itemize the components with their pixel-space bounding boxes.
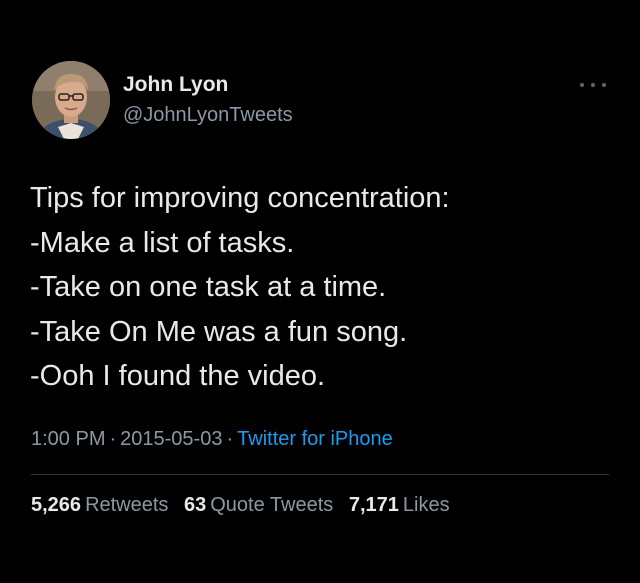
tweet-card: John Lyon @JohnLyonTweets Tips for impro… xyxy=(0,0,640,583)
tweet-line: -Take On Me was a fun song. xyxy=(30,315,408,348)
display-name[interactable]: John Lyon xyxy=(123,73,228,97)
dot xyxy=(591,83,595,87)
retweets-stat[interactable]: 5,266 Retweets xyxy=(31,494,168,516)
engagement-stats: 5,266 Retweets 63 Quote Tweets 7,171 Likes xyxy=(31,494,460,517)
tweet-date[interactable]: 2015-05-03 xyxy=(120,428,222,450)
tweet-text: Tips for improving concentration: -Make … xyxy=(30,176,620,399)
meta-separator: · xyxy=(109,428,117,450)
profile-photo-icon xyxy=(32,61,110,139)
dot xyxy=(602,83,606,87)
tweet-time[interactable]: 1:00 PM xyxy=(31,428,105,450)
divider xyxy=(31,474,609,475)
tweet-line: Tips for improving concentration: xyxy=(30,182,450,214)
avatar[interactable] xyxy=(32,61,110,139)
retweets-label: Retweets xyxy=(85,494,169,516)
meta-separator: · xyxy=(226,428,234,450)
likes-count: 7,171 xyxy=(348,494,399,516)
more-options-icon[interactable] xyxy=(580,78,606,92)
likes-stat[interactable]: 7,171 Likes xyxy=(349,494,450,516)
tweet-line: -Ooh I found the video. xyxy=(30,360,326,392)
tweet-line: -Make a list of tasks. xyxy=(30,226,295,259)
tweet-source-link[interactable]: Twitter for iPhone xyxy=(237,428,393,450)
likes-label: Likes xyxy=(402,494,450,516)
tweet-line: -Take on one task at a time. xyxy=(30,271,387,303)
quote-tweets-count: 63 xyxy=(184,494,207,516)
user-handle[interactable]: @JohnLyonTweets xyxy=(123,104,293,127)
dot xyxy=(580,83,584,87)
quote-tweets-label: Quote Tweets xyxy=(210,494,334,516)
quote-tweets-stat[interactable]: 63 Quote Tweets xyxy=(184,494,333,516)
retweets-count: 5,266 xyxy=(31,494,82,516)
tweet-metadata: 1:00 PM · 2015-05-03 · Twitter for iPhone xyxy=(31,428,393,451)
